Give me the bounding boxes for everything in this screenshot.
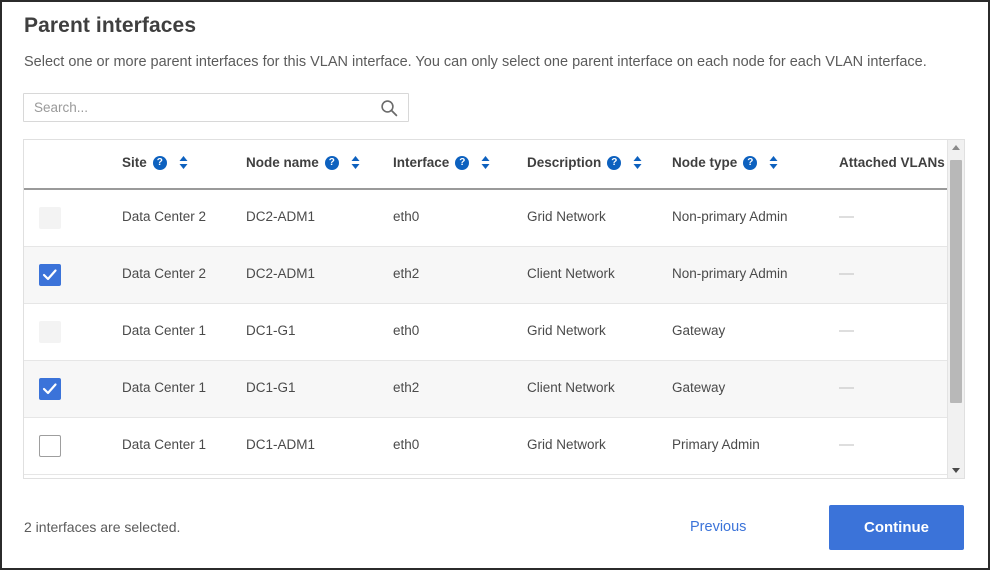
table-row[interactable]: Data Center 1 DC1-G1 eth2 Client Network Gat…	[24, 361, 964, 418]
cell-node-type: Primary Admin	[672, 437, 760, 452]
cell-site: Data Center 2	[122, 209, 206, 224]
column-header-label: Node name	[246, 155, 319, 170]
scroll-up-arrow-icon[interactable]	[948, 140, 964, 157]
cell-node-name: DC1-G1	[246, 380, 296, 395]
cell-interface: eth2	[393, 266, 419, 281]
search-icon[interactable]	[380, 99, 398, 117]
table-row[interactable]: Data Center 1 DC1-ADM1 eth0 Grid Network Pri…	[24, 418, 964, 475]
sort-icon[interactable]	[350, 155, 361, 170]
table-row[interactable]: Data Center 1 DC1-G1 eth0 Grid Network Gatew…	[24, 304, 964, 361]
column-header-site[interactable]: Site?	[122, 155, 189, 170]
column-header-label: Site	[122, 155, 147, 170]
search-box[interactable]	[23, 93, 409, 122]
parent-interfaces-table: Site?Node name?Interface?Description?Nod…	[23, 139, 965, 479]
cell-node-type: Gateway	[672, 323, 725, 338]
row-select-checkbox[interactable]	[39, 378, 61, 400]
cell-node-type: Non-primary Admin	[672, 266, 788, 281]
scrollbar-thumb[interactable]	[950, 160, 962, 403]
page-title: Parent interfaces	[24, 14, 196, 38]
table-body: Data Center 2 DC2-ADM1 eth0 Grid Network Non…	[24, 190, 964, 475]
column-header-label: Node type	[672, 155, 737, 170]
cell-node-name: DC1-ADM1	[246, 437, 315, 452]
cell-attached-vlans: —	[839, 379, 854, 396]
row-select-checkbox[interactable]	[39, 264, 61, 286]
cell-node-name: DC1-G1	[246, 323, 296, 338]
cell-site: Data Center 1	[122, 323, 206, 338]
column-header-attached-vlans[interactable]: Attached VLANs?	[839, 155, 965, 170]
sort-icon[interactable]	[178, 155, 189, 170]
cell-description: Client Network	[527, 266, 615, 281]
sort-icon[interactable]	[768, 155, 779, 170]
parent-interfaces-dialog: Parent interfaces Select one or more par…	[0, 0, 990, 570]
cell-attached-vlans: —	[839, 265, 854, 282]
cell-attached-vlans: —	[839, 436, 854, 453]
search-input[interactable]	[24, 94, 374, 121]
help-icon[interactable]: ?	[325, 156, 339, 170]
table-header-row: Site?Node name?Interface?Description?Nod…	[24, 140, 964, 190]
sort-icon[interactable]	[632, 155, 643, 170]
cell-interface: eth2	[393, 380, 419, 395]
cell-description: Grid Network	[527, 209, 606, 224]
column-header-label: Description	[527, 155, 601, 170]
cell-interface: eth0	[393, 209, 419, 224]
column-header-interface[interactable]: Interface?	[393, 155, 491, 170]
column-header-node-name[interactable]: Node name?	[246, 155, 361, 170]
cell-node-name: DC2-ADM1	[246, 266, 315, 281]
cell-description: Grid Network	[527, 323, 606, 338]
cell-site: Data Center 2	[122, 266, 206, 281]
column-header-label: Attached VLANs	[839, 155, 945, 170]
help-icon[interactable]: ?	[607, 156, 621, 170]
help-icon[interactable]: ?	[153, 156, 167, 170]
cell-node-type: Gateway	[672, 380, 725, 395]
cell-attached-vlans: —	[839, 208, 854, 225]
selection-status: 2 interfaces are selected.	[24, 519, 180, 535]
row-select-checkbox	[39, 321, 61, 343]
column-header-label: Interface	[393, 155, 449, 170]
page-description: Select one or more parent interfaces for…	[24, 54, 927, 70]
table-row[interactable]: Data Center 2 DC2-ADM1 eth2 Client Network N…	[24, 247, 964, 304]
table-row[interactable]: Data Center 2 DC2-ADM1 eth0 Grid Network Non…	[24, 190, 964, 247]
column-header-description[interactable]: Description?	[527, 155, 643, 170]
scroll-down-arrow-icon[interactable]	[948, 461, 964, 478]
column-header-node-type[interactable]: Node type?	[672, 155, 779, 170]
cell-interface: eth0	[393, 437, 419, 452]
help-icon[interactable]: ?	[455, 156, 469, 170]
cell-description: Grid Network	[527, 437, 606, 452]
cell-node-name: DC2-ADM1	[246, 209, 315, 224]
help-icon[interactable]: ?	[743, 156, 757, 170]
table-scrollbar[interactable]	[947, 140, 964, 478]
previous-link[interactable]: Previous	[690, 519, 746, 535]
cell-node-type: Non-primary Admin	[672, 209, 788, 224]
cell-description: Client Network	[527, 380, 615, 395]
sort-icon[interactable]	[480, 155, 491, 170]
cell-site: Data Center 1	[122, 380, 206, 395]
row-select-checkbox	[39, 207, 61, 229]
continue-button[interactable]: Continue	[829, 505, 964, 550]
cell-site: Data Center 1	[122, 437, 206, 452]
cell-interface: eth0	[393, 323, 419, 338]
row-select-checkbox[interactable]	[39, 435, 61, 457]
cell-attached-vlans: —	[839, 322, 854, 339]
